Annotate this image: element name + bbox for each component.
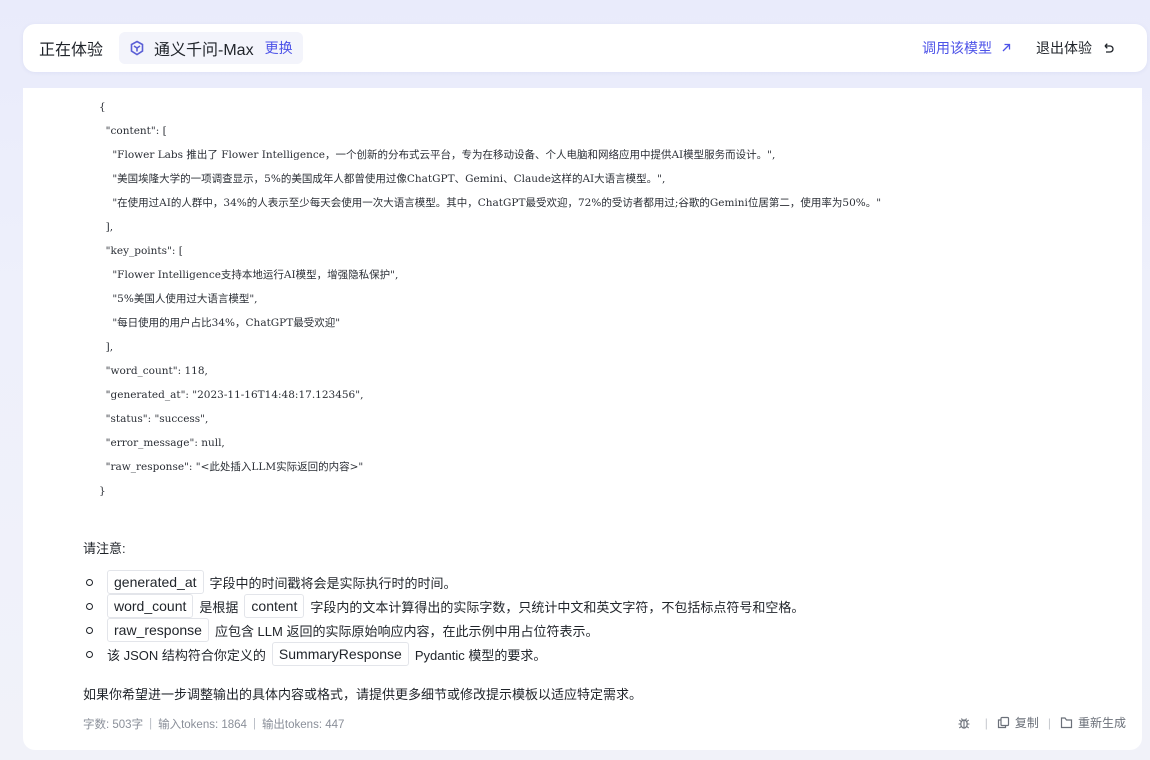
divider: | (1047, 715, 1051, 730)
code-line: "raw_response": "<此处插入LLM实际返回的内容>" (99, 461, 364, 473)
code-line: "error_message": null, (99, 437, 225, 449)
divider: | (149, 718, 153, 730)
response-panel: { "content": [ "Flower Labs 推出了 Flower I… (23, 88, 1142, 750)
code-line: "word_count": 118, (99, 365, 208, 377)
code-line: "美国埃隆大学的一项调查显示，5%的美国成年人都曾使用过像ChatGPT、Gem… (99, 173, 666, 185)
code-tag: word_count (107, 594, 194, 618)
usage-stats: 字数: 503字 | 输入tokens: 1864 | 输出tokens: 44… (83, 716, 344, 732)
switch-model-link[interactable]: 更换 (265, 38, 293, 58)
copy-button[interactable]: 复制 (997, 714, 1039, 731)
exit-experience-button[interactable]: 退出体验 (1036, 38, 1115, 58)
list-item: word_count 是根据 content 字段内的文本计算得出的实际字数，只… (83, 594, 804, 618)
code-line: { (99, 101, 106, 113)
code-line: ], (99, 341, 114, 353)
code-line: "每日使用的用户占比34%，ChatGPT最受欢迎" (99, 317, 341, 329)
code-line: "Flower Labs 推出了 Flower Intelligence，一个创… (99, 149, 776, 161)
model-name: 通义千问-Max (154, 42, 254, 59)
undo-icon (1101, 41, 1115, 55)
list-item-text: 应包含 LLM 返回的实际原始响应内容，在此示例中用占位符表示。 (214, 623, 599, 639)
bullet-marker (86, 650, 93, 658)
code-line: "generated_at": "2023-11-16T14:48:17.123… (99, 389, 364, 401)
bullet-marker (86, 626, 93, 634)
arrow-up-right-icon (1000, 42, 1012, 54)
word-count: 字数: 503字 (83, 719, 144, 731)
note-heading: 请注意: (83, 541, 126, 556)
code-line: "content": [ (99, 125, 167, 137)
call-model-label: 调用该模型 (922, 40, 992, 56)
bullet-marker (86, 602, 93, 610)
code-tag: SummaryResponse (271, 642, 409, 666)
list-item-text: 字段内的文本计算得出的实际字数，只统计中文和英文字符，不包括标点符号和空格。 (310, 599, 805, 615)
copy-icon (997, 716, 1009, 729)
code-tag: generated_at (107, 570, 204, 594)
list-item-text: 是根据 (199, 599, 239, 615)
qwen-logo-icon (129, 40, 145, 56)
list-item: 该 JSON 结构符合你定义的 SummaryResponse Pydantic… (83, 642, 546, 666)
code-line: } (99, 485, 106, 497)
exit-label: 退出体验 (1036, 40, 1092, 56)
code-line: ], (99, 221, 114, 233)
bullet-marker (86, 578, 93, 586)
list-item: generated_at 字段中的时间戳将会是实际执行时的时间。 (83, 570, 457, 594)
response-actions: | 复制 | 重新生成 (957, 714, 1126, 731)
code-line: "key_points": [ (99, 245, 183, 257)
code-line: "在使用过AI的人群中，34%的人表示至少每天会使用一次大语言模型。其中，Cha… (99, 197, 882, 209)
bug-icon (958, 717, 970, 729)
output-tokens: 输出tokens: 447 (261, 719, 345, 731)
divider: | (252, 718, 256, 730)
list-item-text: 字段中的时间戳将会是实际执行时的时间。 (209, 575, 457, 591)
code-line: "5%美国人使用过大语言模型", (99, 293, 258, 305)
list-item-text: 该 JSON 结构符合你定义的 (107, 647, 266, 663)
model-selector[interactable]: 通义千问-Max 更换 (119, 32, 303, 64)
copy-label: 复制 (1014, 716, 1039, 730)
regenerate-button[interactable]: 重新生成 (1060, 714, 1126, 731)
code-tag: content (244, 594, 305, 618)
code-line: "status": "success", (99, 413, 209, 425)
page-title: 正在体验 (39, 42, 104, 59)
code-tag: raw_response (107, 618, 209, 642)
call-model-link[interactable]: 调用该模型 (922, 38, 1012, 58)
divider: | (984, 715, 988, 730)
closing-paragraph: 如果你希望进一步调整输出的具体内容或格式，请提供更多细节或修改提示模板以适应特定… (83, 687, 643, 702)
debug-button[interactable] (957, 716, 976, 730)
code-line: "Flower Intelligence支持本地运行AI模型，增强隐私保护", (99, 269, 399, 281)
list-item: raw_response 应包含 LLM 返回的实际原始响应内容，在此示例中用占… (83, 618, 598, 642)
input-tokens: 输入tokens: 1864 (158, 719, 247, 731)
top-bar: 正在体验 通义千问-Max 更换 调用该模型 退出体验 (23, 24, 1147, 72)
regenerate-label: 重新生成 (1077, 716, 1126, 730)
list-item-text: Pydantic 模型的要求。 (414, 647, 547, 663)
regenerate-icon (1060, 717, 1073, 729)
